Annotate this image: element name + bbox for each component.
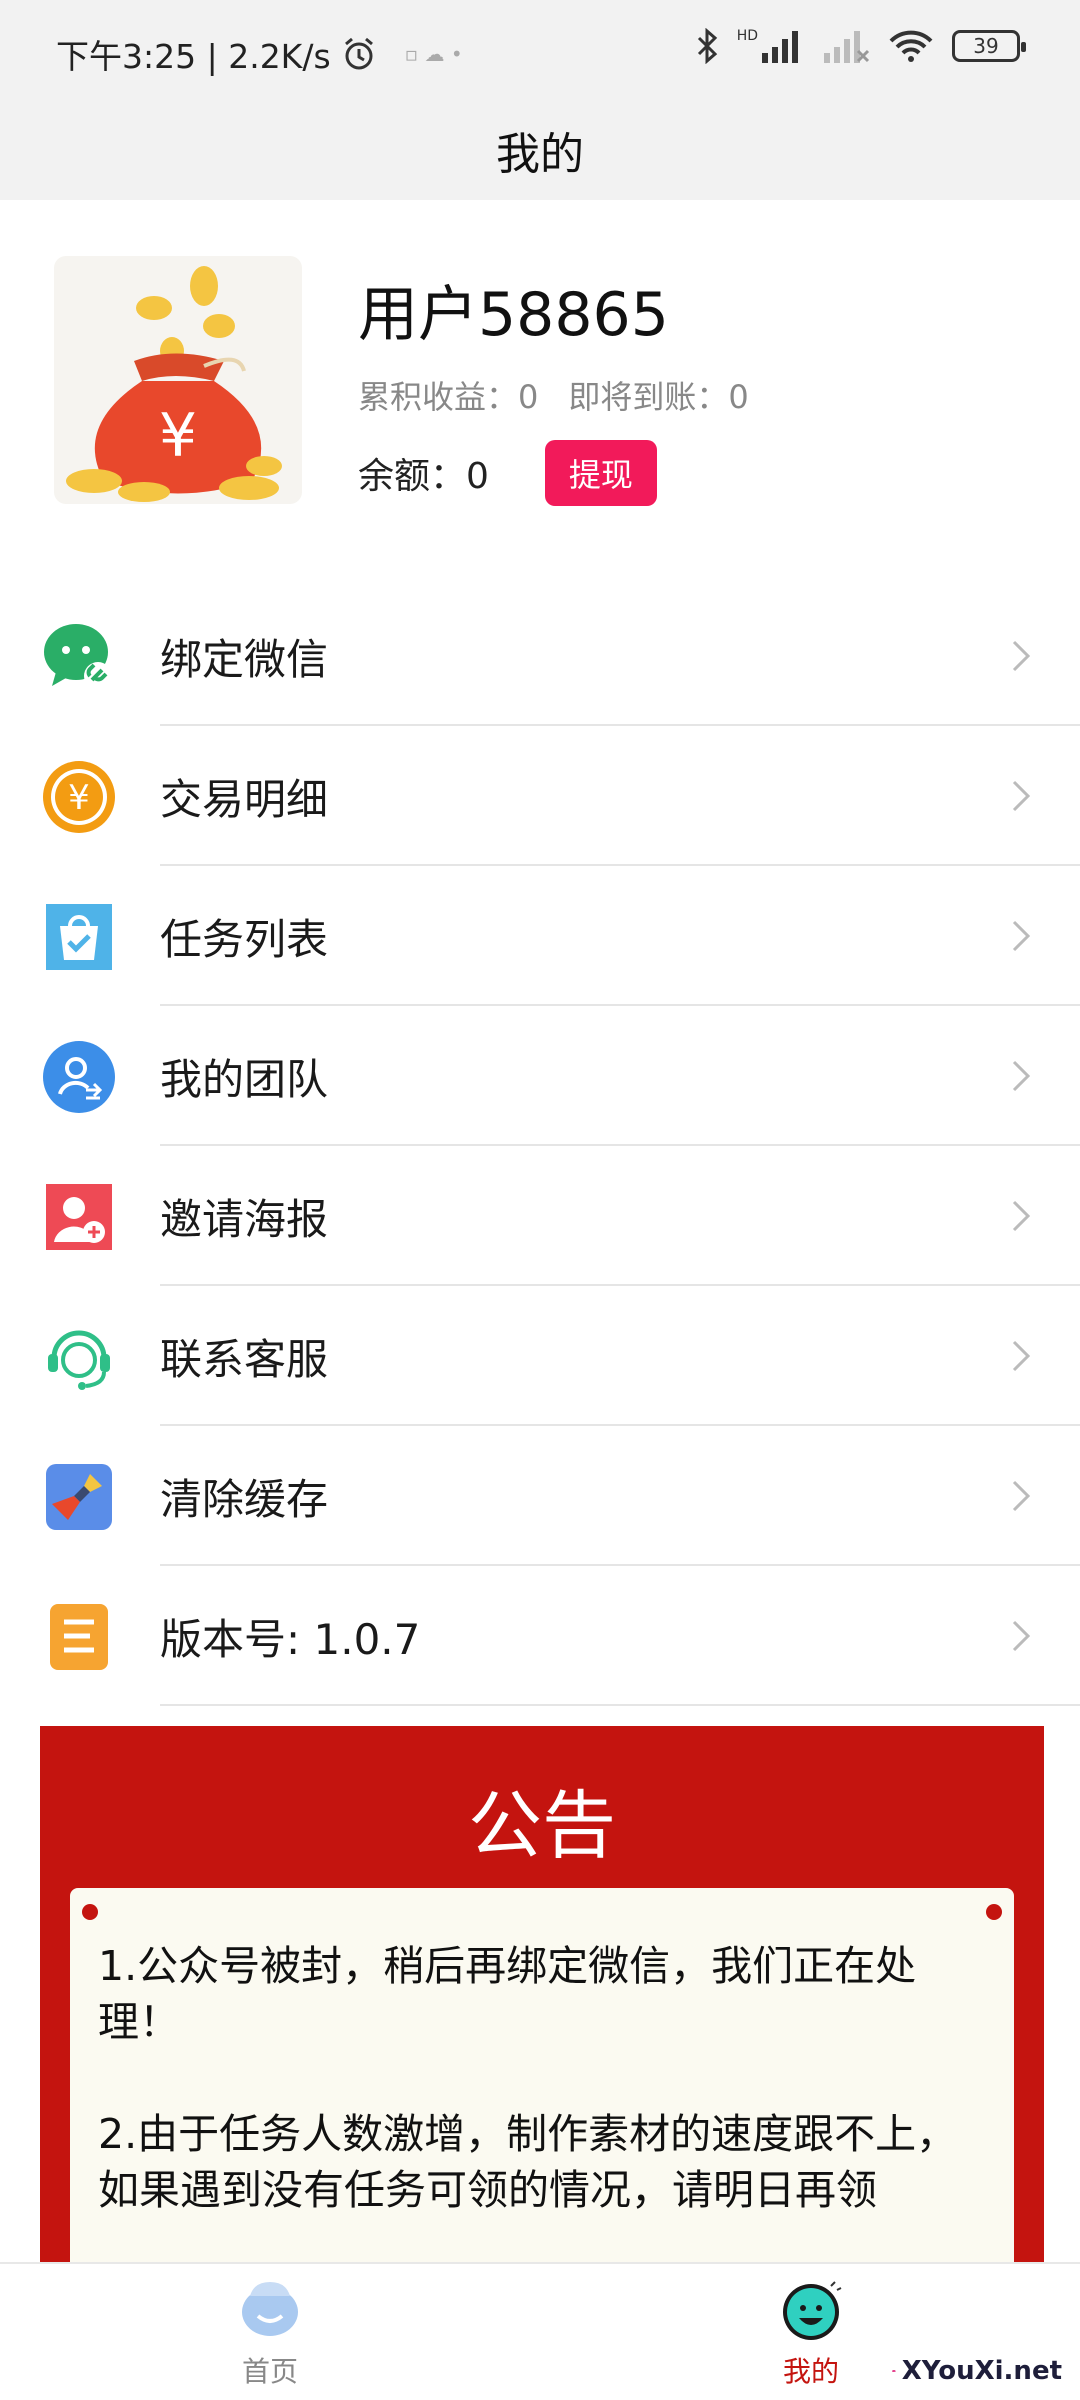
chevron-right-icon (1012, 1480, 1031, 1512)
status-bar: 下午3:25 | 2.2K/s ▫ ☁ • HD 39 (0, 0, 1080, 100)
wechat-link-icon (42, 620, 116, 694)
tab-label: 我的 (782, 2355, 839, 2388)
username: 用户58865 (358, 280, 669, 350)
bluetooth-icon (697, 28, 717, 64)
pin-dot-icon (82, 1904, 98, 1920)
menu-label: 邀请海报 (160, 1194, 329, 1244)
chevron-right-icon (1012, 1340, 1031, 1372)
menu-item-version[interactable]: 版本号: 1.0.7 (0, 1566, 1080, 1706)
tab-mine[interactable]: 我的 (731, 2278, 891, 2390)
page-title: 我的 (496, 129, 584, 180)
menu-item-customer-service[interactable]: 联系客服 (0, 1286, 1080, 1426)
signal-icon (762, 31, 798, 63)
announcement-paragraph: 2.由于任务人数激增，制作素材的速度跟不上，如果遇到没有任务可领的情况，请明日再… (98, 2110, 958, 2214)
balance-value: 余额：0 (358, 456, 489, 497)
status-left: 下午3:25 | 2.2K/s ▫ ☁ • (56, 30, 463, 78)
signal-weak-icon (824, 31, 870, 63)
chevron-right-icon (1012, 1200, 1031, 1232)
gamepad-logo-icon (892, 2370, 896, 2373)
chevron-right-icon (1012, 780, 1031, 812)
notification-dot: ▫ ☁ • (404, 42, 463, 66)
tab-label: 首页 (241, 2355, 298, 2388)
profile-section: ¥ 用户58865 累积收益：0 即将到账：0 余额：0 提现 (0, 200, 1080, 560)
customer-service-icon (42, 1320, 116, 1394)
menu-item-task-list[interactable]: 任务列表 (0, 866, 1080, 1006)
pending-earnings: 即将到账：0 (568, 378, 749, 416)
menu-label: 绑定微信 (160, 634, 329, 684)
yuan-coin-icon: ¥ (42, 760, 116, 834)
menu-item-transactions[interactable]: ¥ 交易明细 (0, 726, 1080, 866)
version-doc-icon (42, 1600, 116, 1674)
menu-label: 交易明细 (160, 774, 329, 824)
menu-item-my-team[interactable]: 我的团队 (0, 1006, 1080, 1146)
tab-home[interactable]: 首页 (190, 2278, 350, 2390)
chevron-right-icon (1012, 640, 1031, 672)
watermark-text: XYouXi.net (901, 2356, 1062, 2386)
announcement-title: 公告 (468, 1783, 616, 1869)
money-bag-icon: ¥ (66, 266, 282, 502)
task-bag-icon (42, 900, 116, 974)
svg-text:¥: ¥ (159, 401, 197, 471)
chevron-right-icon (1012, 1060, 1031, 1092)
broom-icon (42, 1460, 116, 1534)
smiley-face-icon (783, 2281, 842, 2340)
menu-label: 我的团队 (160, 1054, 329, 1104)
battery-indicator: 39 (952, 30, 1026, 62)
balance-row: 余额：0 提现 (358, 440, 657, 506)
menu-label: 任务列表 (160, 914, 329, 964)
menu-list: 绑定微信 ¥ 交易明细 任务列表 我的团队 邀请海报 联系客服 清除缓存 版本号… (0, 586, 1080, 1706)
chevron-right-icon (1012, 1620, 1031, 1652)
menu-item-clear-cache[interactable]: 清除缓存 (0, 1426, 1080, 1566)
menu-label: 联系客服 (160, 1334, 329, 1384)
team-user-icon (42, 1040, 116, 1114)
svg-text:¥: ¥ (68, 778, 90, 818)
chevron-right-icon (1012, 920, 1031, 952)
announcement-text: 1.公众号被封，稍后再绑定微信，我们正在处理！ 2.由于任务人数激增，制作素材的… (98, 1938, 984, 2274)
watermark: XYouXi.net (892, 2350, 1062, 2392)
avatar: ¥ (54, 256, 302, 504)
wifi-icon (889, 30, 933, 62)
announcement-panel: 公告 1.公众号被封，稍后再绑定微信，我们正在处理！ 2.由于任务人数激增，制作… (40, 1726, 1044, 2288)
menu-label: 清除缓存 (160, 1474, 329, 1524)
announcement-card: 1.公众号被封，稍后再绑定微信，我们正在处理！ 2.由于任务人数激增，制作素材的… (70, 1888, 1014, 2288)
signal-hd-label: HD (736, 28, 758, 44)
menu-item-invite-poster[interactable]: 邀请海报 (0, 1146, 1080, 1286)
earnings-summary: 累积收益：0 即将到账：0 (358, 372, 749, 418)
alarm-icon (344, 37, 373, 70)
withdraw-button[interactable]: 提现 (544, 440, 657, 506)
pin-dot-icon (986, 1904, 1002, 1920)
invite-user-icon (42, 1180, 116, 1254)
menu-label: 版本号: 1.0.7 (160, 1614, 421, 1664)
announcement-paragraph: 1.公众号被封，稍后再绑定微信，我们正在处理！ (98, 1942, 917, 2046)
menu-item-bind-wechat[interactable]: 绑定微信 (0, 586, 1080, 726)
home-face-icon (242, 2282, 298, 2336)
cumulative-earnings: 累积收益：0 (358, 378, 539, 416)
status-right: HD 39 (695, 28, 1026, 64)
page-title-bar: 我的 (0, 100, 1080, 200)
status-time-speed: 下午3:25 | 2.2K/s (56, 37, 331, 76)
battery-level: 39 (973, 34, 999, 58)
